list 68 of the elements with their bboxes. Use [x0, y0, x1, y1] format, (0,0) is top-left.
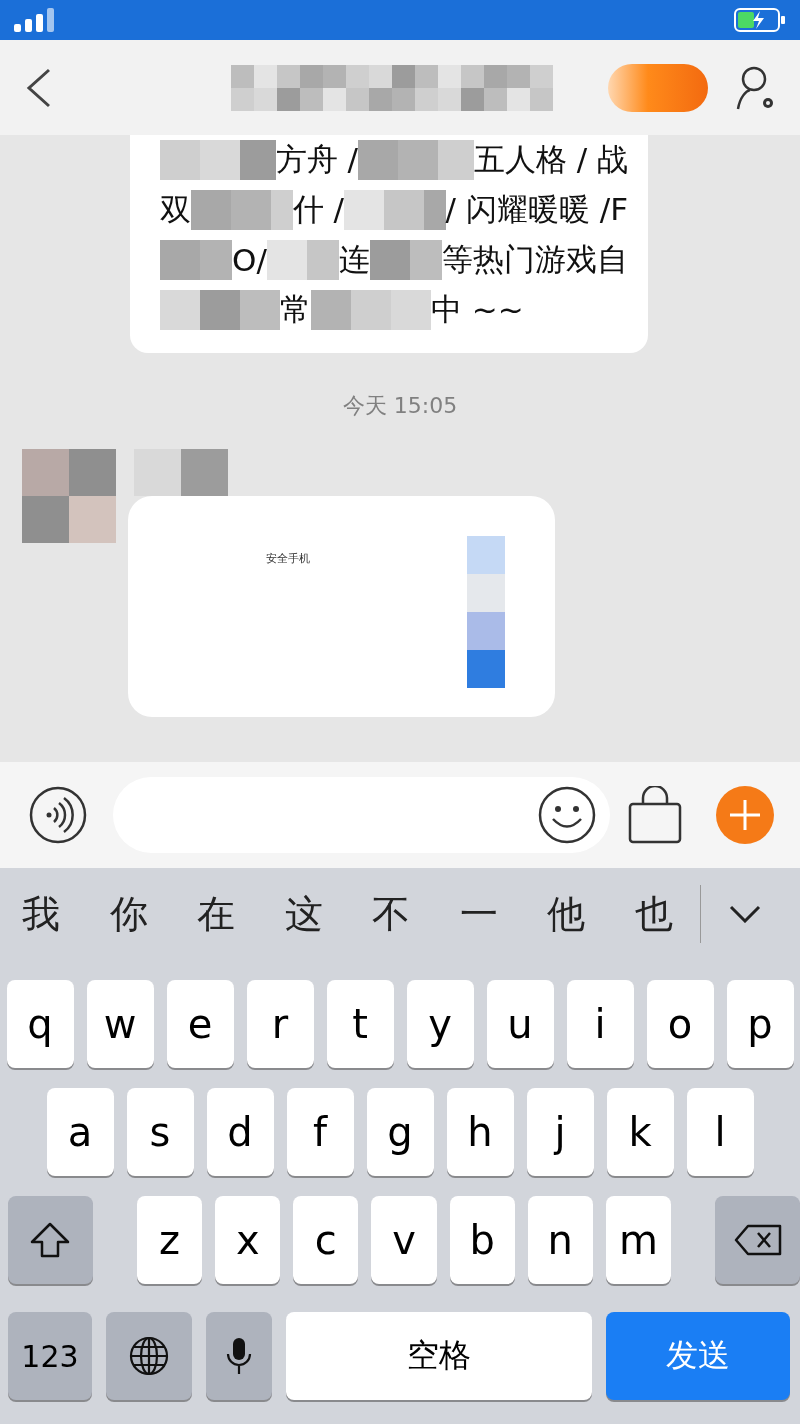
message-text: 中 ~~ — [431, 290, 524, 329]
letter-key[interactable]: c — [293, 1196, 359, 1284]
letter-key[interactable]: z — [137, 1196, 203, 1284]
shift-icon — [30, 1222, 71, 1258]
letter-key[interactable]: p — [726, 980, 794, 1068]
letter-key[interactable]: b — [449, 1196, 515, 1284]
letter-key[interactable]: m — [605, 1196, 671, 1284]
message-text: O/ — [232, 242, 267, 278]
letter-key[interactable]: t — [326, 980, 394, 1068]
letter-key[interactable]: q — [6, 980, 74, 1068]
letter-key[interactable]: e — [166, 980, 234, 1068]
suggestion-word[interactable]: 我 — [22, 888, 110, 940]
message-text: 连 — [338, 240, 370, 279]
letter-key[interactable]: k — [606, 1088, 674, 1176]
message-text: / 闪耀暖暖 /F — [445, 190, 628, 229]
letter-key[interactable]: x — [215, 1196, 281, 1284]
suggestion-word[interactable]: 也 — [634, 888, 722, 940]
message-text: 方舟 / — [275, 140, 359, 179]
suggestion-word[interactable]: 这 — [284, 888, 372, 940]
shift-key[interactable] — [8, 1196, 93, 1284]
user-settings-icon[interactable] — [736, 64, 776, 111]
letter-key[interactable]: g — [366, 1088, 434, 1176]
signal-icon — [14, 8, 56, 32]
numbers-key[interactable]: 123 — [8, 1312, 92, 1400]
collapse-icon[interactable] — [729, 905, 761, 923]
letter-key[interactable]: u — [486, 980, 554, 1068]
suggestion-word[interactable]: 一 — [459, 888, 547, 940]
message-text: 什 / — [292, 190, 344, 229]
shopping-bag-icon[interactable] — [628, 786, 682, 844]
microphone-icon — [226, 1336, 252, 1376]
letter-key[interactable]: r — [246, 980, 314, 1068]
letter-key[interactable]: o — [646, 980, 714, 1068]
letter-key[interactable]: i — [566, 980, 634, 1068]
backspace-icon — [733, 1224, 782, 1256]
plus-icon — [730, 800, 760, 830]
globe-icon — [129, 1336, 169, 1376]
microphone-key[interactable] — [206, 1312, 272, 1400]
message-text: 常 — [280, 290, 311, 329]
voice-icon[interactable] — [29, 786, 87, 844]
image-caption: 安全手机 — [265, 551, 310, 566]
suggestion-word[interactable]: 不 — [372, 888, 460, 940]
delete-key[interactable] — [715, 1196, 800, 1284]
letter-key[interactable]: y — [406, 980, 474, 1068]
letter-key[interactable]: w — [86, 980, 154, 1068]
letter-key[interactable]: l — [686, 1088, 754, 1176]
globe-key[interactable] — [106, 1312, 192, 1400]
letter-key[interactable]: f — [286, 1088, 354, 1176]
timestamp: 今天 15:05 — [342, 392, 458, 420]
suggestion-word[interactable]: 你 — [109, 888, 197, 940]
message-text: 双 — [160, 190, 191, 229]
emoji-icon[interactable] — [538, 786, 596, 844]
space-key[interactable]: 空格 — [286, 1312, 592, 1400]
message-text: 五人格 / 战 — [473, 140, 628, 179]
suggestion-word[interactable]: 他 — [547, 888, 635, 940]
letter-key[interactable]: h — [446, 1088, 514, 1176]
send-key[interactable]: 发送 — [606, 1312, 790, 1400]
battery-icon — [734, 8, 786, 32]
letter-key[interactable]: n — [527, 1196, 593, 1284]
letter-key[interactable]: j — [526, 1088, 594, 1176]
letter-key[interactable]: v — [371, 1196, 437, 1284]
letter-key[interactable]: a — [46, 1088, 114, 1176]
letter-key[interactable]: d — [206, 1088, 274, 1176]
message-text: 等热门游戏自 — [442, 240, 628, 279]
add-button[interactable] — [716, 786, 774, 844]
image-message[interactable]: 安全手机 — [128, 496, 555, 717]
suggestion-word[interactable]: 在 — [197, 888, 285, 940]
letter-key[interactable]: s — [126, 1088, 194, 1176]
back-icon[interactable] — [26, 67, 52, 108]
